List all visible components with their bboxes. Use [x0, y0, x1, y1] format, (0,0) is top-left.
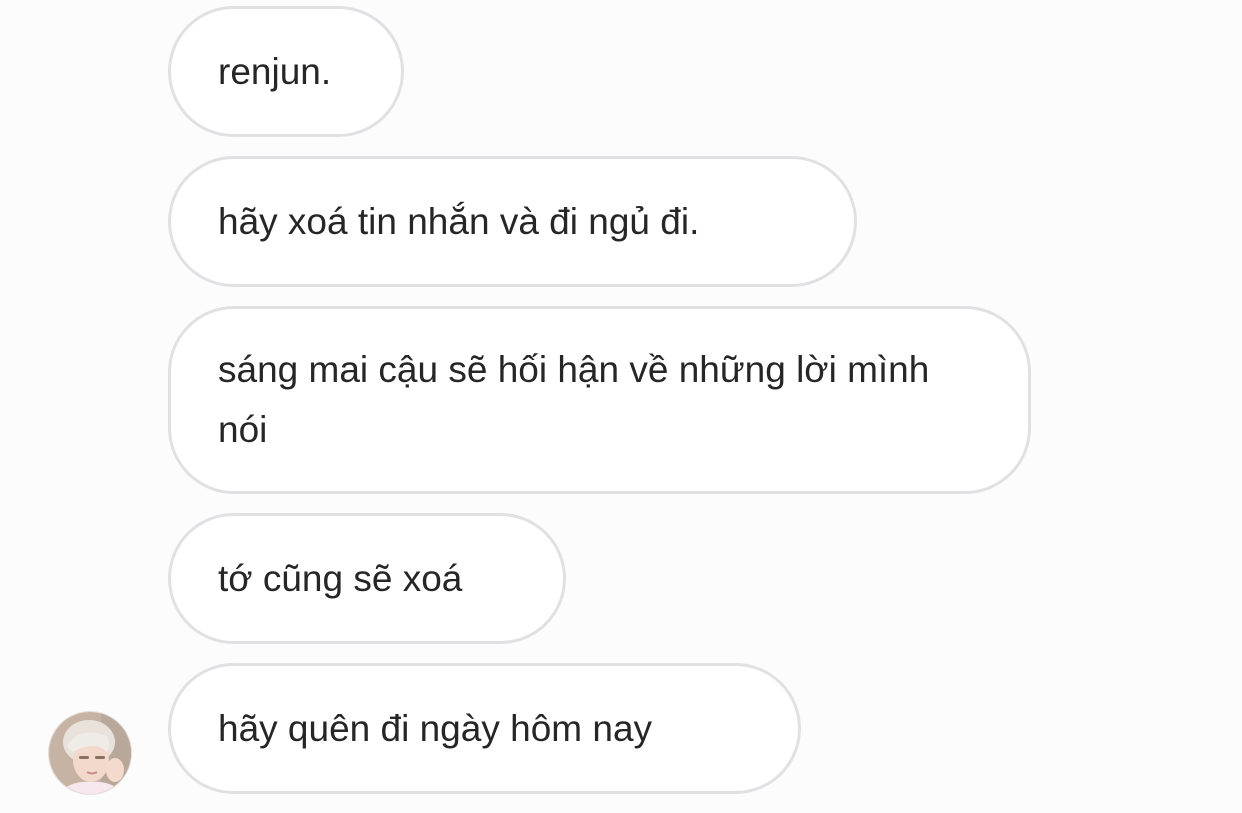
message-bubble[interactable]: renjun. [168, 6, 404, 137]
message-bubble[interactable]: tớ cũng sẽ xoá [168, 513, 566, 644]
sender-avatar[interactable] [48, 711, 132, 795]
message-text: hãy xoá tin nhắn và đi ngủ đi. [218, 200, 700, 242]
message-bubble[interactable]: hãy xoá tin nhắn và đi ngủ đi. [168, 156, 857, 287]
message-text: hãy quên đi ngày hôm nay [218, 707, 653, 749]
message-text: sáng mai cậu sẽ hối hận về những lời mìn… [218, 349, 930, 450]
message-text: tớ cũng sẽ xoá [218, 557, 463, 599]
message-bubble[interactable]: hãy quên đi ngày hôm nay [168, 663, 801, 794]
message-text: renjun. [218, 50, 332, 92]
message-bubble[interactable]: sáng mai cậu sẽ hối hận về những lời mìn… [168, 306, 1031, 494]
avatar-photo [49, 712, 131, 794]
